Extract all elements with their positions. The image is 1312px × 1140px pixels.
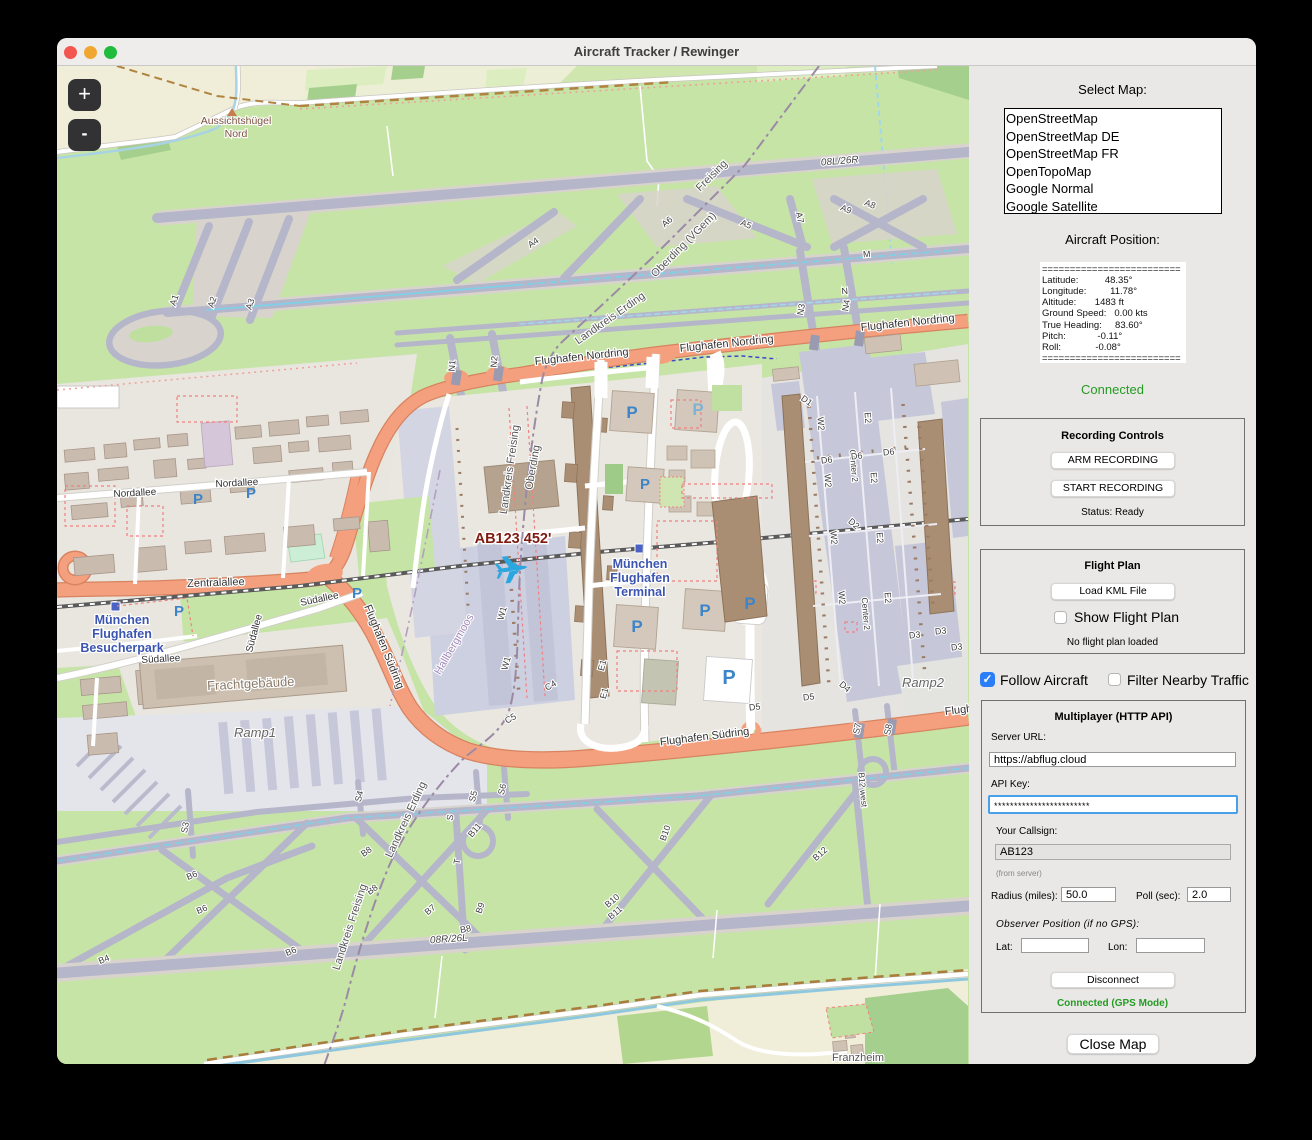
svg-text:Nordallee: Nordallee: [113, 487, 157, 500]
svg-text:S7: S7: [851, 722, 863, 735]
svg-text:E2: E2: [869, 472, 880, 484]
svg-text:A7: A7: [794, 211, 806, 224]
svg-text:E2: E2: [863, 412, 874, 424]
svg-text:D3: D3: [908, 629, 920, 640]
svg-text:N: N: [841, 286, 848, 297]
svg-text:D6: D6: [882, 446, 894, 457]
svg-text:Terminal: Terminal: [614, 585, 665, 599]
svg-text:N2: N2: [489, 356, 500, 368]
svg-text:Nord: Nord: [225, 128, 248, 140]
svg-text:D6: D6: [850, 450, 862, 461]
svg-text:W2: W2: [836, 591, 847, 605]
svg-text:P: P: [246, 485, 256, 502]
svg-text:P: P: [699, 601, 710, 620]
svg-text:P: P: [631, 617, 642, 636]
svg-text:Flughafen: Flughafen: [92, 627, 152, 641]
svg-text:Zentralallee: Zentralallee: [187, 576, 245, 590]
svg-text:P: P: [193, 491, 203, 508]
svg-text:D5: D5: [802, 691, 814, 702]
svg-text:N3: N3: [795, 303, 807, 316]
svg-text:W2: W2: [822, 474, 833, 488]
svg-text:P: P: [352, 585, 362, 602]
svg-text:P: P: [692, 400, 703, 419]
svg-text:N1: N1: [447, 360, 458, 372]
svg-text:E2: E2: [875, 532, 886, 544]
svg-text:W2: W2: [815, 417, 826, 431]
svg-text:N4: N4: [840, 299, 852, 312]
svg-text:AB123 452': AB123 452': [475, 531, 552, 547]
svg-text:E2: E2: [883, 592, 894, 604]
svg-text:München: München: [613, 557, 668, 571]
svg-text:D6: D6: [820, 454, 832, 465]
svg-text:D3: D3: [934, 625, 946, 636]
svg-text:Flughafen: Flughafen: [610, 571, 670, 585]
svg-text:W2: W2: [828, 531, 839, 545]
svg-text:Ramp1: Ramp1: [234, 725, 276, 740]
svg-text:Franzheim: Franzheim: [832, 1052, 884, 1064]
svg-text:P: P: [174, 603, 184, 620]
svg-text:S8: S8: [882, 723, 894, 736]
svg-text:P: P: [722, 667, 735, 689]
svg-text:München: München: [95, 613, 150, 627]
svg-text:S3: S3: [179, 821, 191, 834]
svg-text:P: P: [626, 403, 637, 422]
svg-text:D3: D3: [950, 641, 962, 652]
svg-text:Aussichtshügel: Aussichtshügel: [201, 115, 272, 127]
svg-text:M: M: [863, 249, 871, 260]
svg-text:Ramp2: Ramp2: [902, 675, 945, 690]
svg-text:Besucherpark: Besucherpark: [80, 641, 163, 655]
svg-text:P: P: [640, 476, 650, 493]
svg-text:D5: D5: [748, 701, 760, 712]
svg-text:P: P: [744, 594, 755, 613]
